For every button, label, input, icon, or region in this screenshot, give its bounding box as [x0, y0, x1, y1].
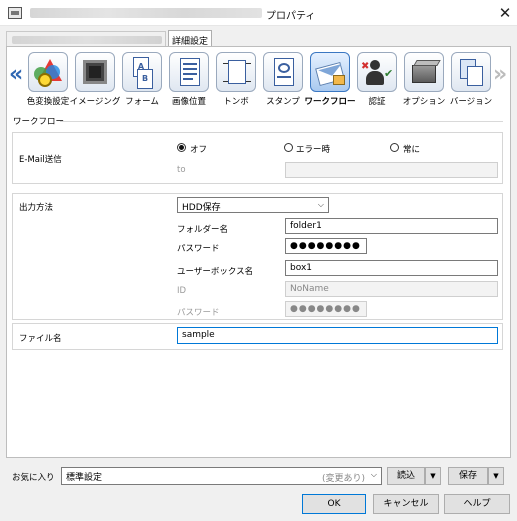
email-radio-always[interactable] — [390, 143, 399, 152]
email-send-label: E-Mail送信 — [19, 155, 62, 165]
file-name-label: ファイル名 — [19, 334, 62, 344]
option-icon — [404, 52, 444, 92]
ribbon-item-version[interactable]: バージョン — [447, 50, 495, 108]
favorites-select[interactable]: 標準設定 (変更あり) ⌵ — [61, 467, 382, 485]
folder-name-label: フォルダー名 — [177, 225, 229, 235]
id-password-label: パスワード — [177, 308, 220, 318]
email-to-label: to — [177, 165, 186, 175]
ribbon-scroll-left-icon[interactable]: « — [9, 64, 23, 86]
load-menu-arrow-icon[interactable]: ▼ — [425, 467, 441, 485]
chevron-down-icon: ⌵ — [370, 470, 377, 479]
output-method-value: HDD保存 — [182, 203, 221, 213]
save-button[interactable]: 保存 — [448, 467, 488, 485]
password-label: パスワード — [177, 244, 220, 254]
ribbon-scroll-right-icon[interactable]: » — [493, 64, 507, 86]
tab-label-redacted — [12, 36, 162, 44]
email-to-field[interactable] — [285, 162, 498, 178]
favorites-status: (変更あり) — [321, 474, 365, 484]
printer-app-icon — [8, 7, 22, 19]
section-title: ワークフロー — [13, 117, 65, 127]
load-button[interactable]: 読込 — [387, 467, 425, 485]
ok-button[interactable]: OK — [302, 494, 366, 514]
id-password-field[interactable]: ●●●●●●●● — [285, 301, 367, 317]
crop-mark-icon — [216, 52, 256, 92]
close-icon[interactable]: ✕ — [496, 4, 514, 22]
email-radio-off-label: オフ — [190, 145, 208, 155]
email-radio-error[interactable] — [284, 143, 293, 152]
id-label: ID — [177, 286, 187, 296]
id-field[interactable]: NoName — [285, 281, 498, 297]
help-button[interactable]: ヘルプ — [444, 494, 510, 514]
form-icon: A B — [122, 52, 162, 92]
output-method-select[interactable]: HDD保存 ⌵ — [177, 197, 329, 213]
authentication-icon: ✖ ✔ — [357, 52, 397, 92]
window-title-redacted — [30, 8, 262, 18]
output-method-label: 出力方法 — [19, 203, 54, 213]
cancel-button[interactable]: キャンセル — [373, 494, 439, 514]
window-title: プロパティ — [266, 11, 316, 22]
email-radio-off[interactable] — [177, 143, 186, 152]
tab-detail-settings[interactable]: 詳細設定 — [168, 30, 212, 47]
chevron-down-icon: ⌵ — [317, 200, 324, 209]
color-gear-icon — [28, 52, 68, 92]
version-icon — [451, 52, 491, 92]
password-field[interactable]: ●●●●●●●● — [285, 238, 367, 254]
section-divider — [60, 121, 503, 122]
userbox-name-label: ユーザーボックス名 — [177, 267, 254, 277]
save-menu-arrow-icon[interactable]: ▼ — [488, 467, 504, 485]
image-position-icon — [169, 52, 209, 92]
imaging-icon — [75, 52, 115, 92]
folder-name-field[interactable]: folder1 — [285, 218, 498, 234]
stamp-icon — [263, 52, 303, 92]
favorites-value: 標準設定 — [66, 473, 103, 483]
email-radio-always-label: 常に — [403, 145, 421, 155]
email-radio-error-label: エラー時 — [296, 145, 331, 155]
userbox-name-field[interactable]: box1 — [285, 260, 498, 276]
workflow-icon — [310, 52, 350, 92]
ribbon-item-label: バージョン — [449, 97, 493, 107]
file-name-field[interactable]: sample — [177, 327, 498, 344]
favorites-label: お気に入り — [12, 473, 55, 483]
